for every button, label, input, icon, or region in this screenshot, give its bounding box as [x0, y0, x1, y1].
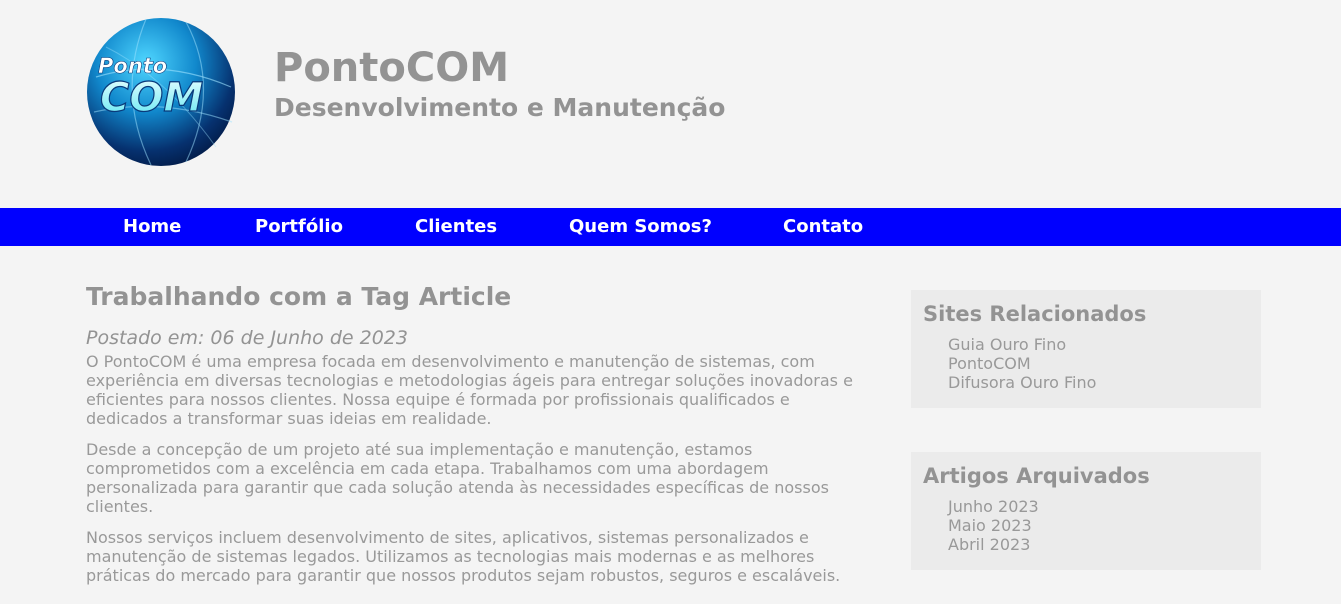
related-site-link[interactable]: Difusora Ouro Fino: [948, 373, 1261, 392]
article: Trabalhando com a Tag Article Postado em…: [86, 282, 856, 597]
nav-contato[interactable]: Contato: [783, 208, 863, 246]
logo-text-com: COM: [100, 75, 203, 121]
pontocom-logo[interactable]: Ponto COM: [86, 17, 236, 167]
archive-link[interactable]: Maio 2023: [948, 516, 1261, 535]
site-title: PontoCOM: [274, 45, 510, 91]
article-title: Trabalhando com a Tag Article: [86, 282, 512, 311]
related-site-link[interactable]: Guia Ouro Fino: [948, 335, 1261, 354]
article-paragraph: Nossos serviços incluem desenvolvimento …: [86, 528, 841, 585]
site-subtitle: Desenvolvimento e Manutenção: [274, 93, 726, 122]
related-sites-widget: Sites Relacionados Guia Ouro Fino PontoC…: [911, 290, 1261, 408]
nav-home[interactable]: Home: [123, 208, 181, 246]
nav-clientes[interactable]: Clientes: [415, 208, 497, 246]
archived-articles-list: Junho 2023 Maio 2023 Abril 2023: [948, 497, 1261, 554]
archived-articles-title: Artigos Arquivados: [923, 464, 1150, 488]
archived-articles-widget: Artigos Arquivados Junho 2023 Maio 2023 …: [911, 452, 1261, 570]
site-header: Ponto COM PontoCOM Desenvolvimento e Man…: [0, 0, 1341, 208]
nav-portfolio[interactable]: Portfólio: [255, 208, 343, 246]
related-sites-title: Sites Relacionados: [923, 302, 1147, 326]
nav-quem-somos[interactable]: Quem Somos?: [569, 208, 712, 246]
article-paragraph: O PontoCOM é uma empresa focada em desen…: [86, 352, 853, 428]
related-sites-list: Guia Ouro Fino PontoCOM Difusora Ouro Fi…: [948, 335, 1261, 392]
archive-link[interactable]: Junho 2023: [948, 497, 1261, 516]
archive-link[interactable]: Abril 2023: [948, 535, 1261, 554]
article-paragraph: Desde a concepção de um projeto até sua …: [86, 440, 829, 516]
article-post-date: Postado em: 06 de Junho de 2023: [86, 327, 408, 349]
related-site-link[interactable]: PontoCOM: [948, 354, 1261, 373]
main-nav: Home Portfólio Clientes Quem Somos? Cont…: [0, 208, 1341, 246]
